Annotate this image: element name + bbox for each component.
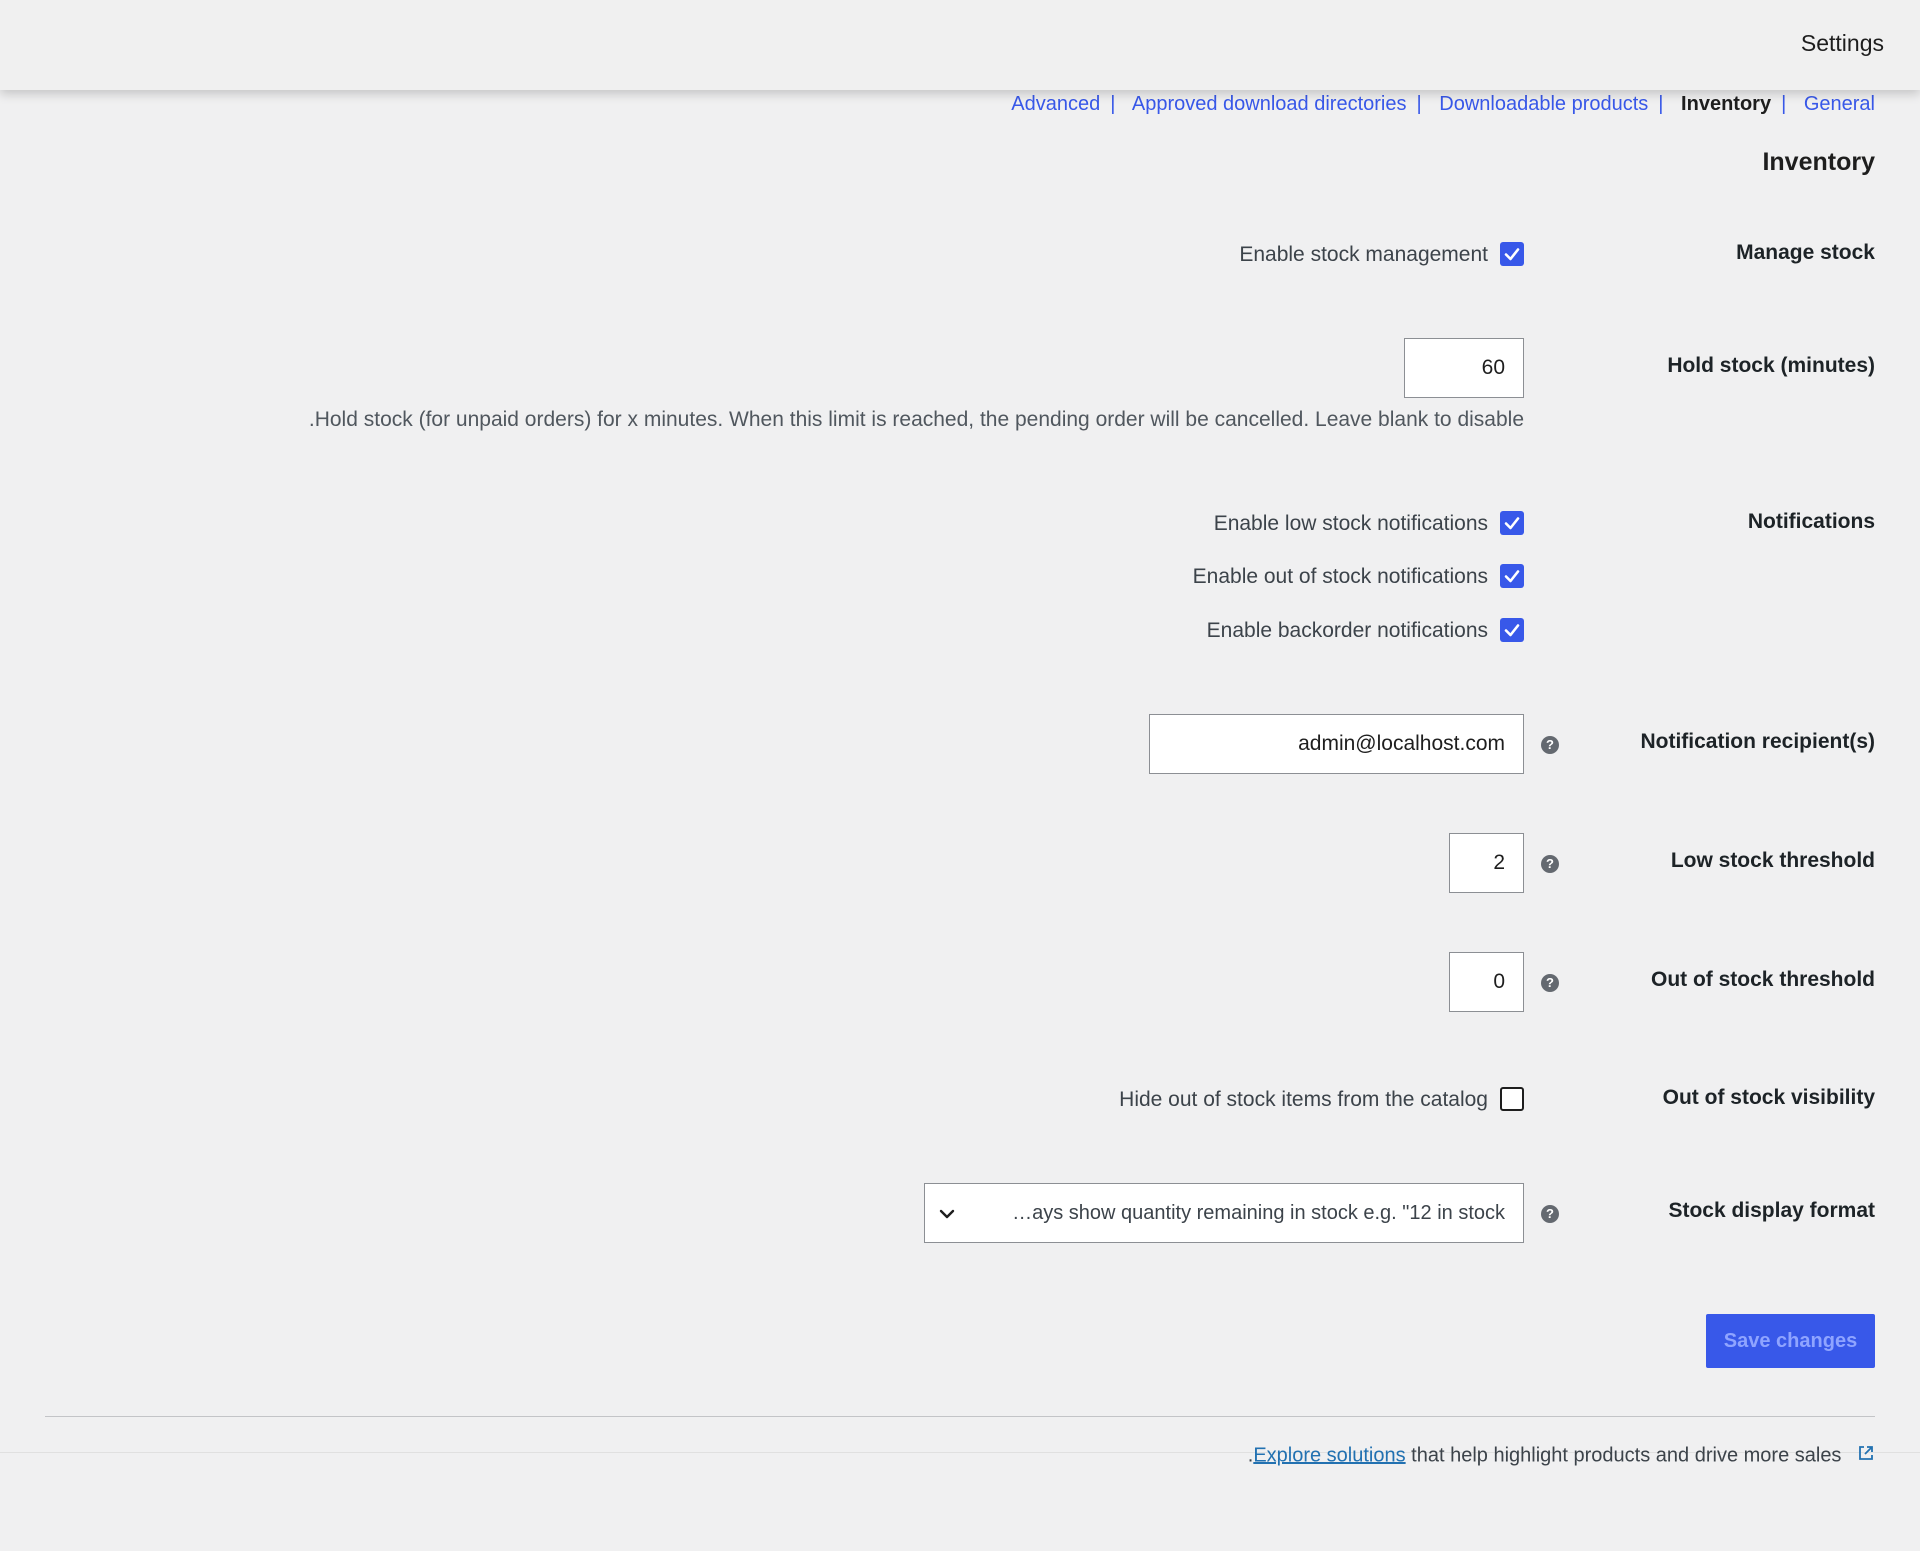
help-icon[interactable]: ? — [1541, 736, 1559, 754]
subnav-separator: | — [1416, 93, 1422, 115]
help-icon[interactable]: ? — [1541, 855, 1559, 873]
hold-stock-description: .Hold stock (for unpaid orders) for x mi… — [308, 408, 1524, 431]
section-title: Inventory — [1762, 148, 1875, 176]
stock-display-format-label: Stock display format — [1668, 1199, 1875, 1222]
low-stock-threshold-label: Low stock threshold — [1670, 849, 1875, 872]
checkmark-icon — [1504, 517, 1520, 530]
notification-recipient-label: Notification recipient(s) — [1640, 730, 1875, 753]
subnav-separator: | — [1658, 93, 1664, 115]
low-stock-threshold-input[interactable]: 2 — [1449, 833, 1524, 893]
subnav-item-general[interactable]: General — [1804, 93, 1875, 115]
enable-stock-management-label: Enable stock management — [1239, 243, 1488, 266]
out-of-stock-visibility-label: Out of stock visibility — [1662, 1086, 1875, 1109]
checkmark-icon — [1504, 624, 1520, 637]
stock-display-format-value: …ays show quantity remaining in stock e.… — [1012, 1202, 1505, 1224]
backorder-notifications-checkbox[interactable] — [1500, 618, 1524, 642]
divider — [45, 1416, 1875, 1417]
manage-stock-label: Manage stock — [1736, 241, 1875, 264]
hold-stock-label: Hold stock (minutes) — [1667, 354, 1875, 377]
low-stock-notifications-checkbox[interactable] — [1500, 511, 1524, 535]
out-of-stock-threshold-label: Out of stock threshold — [1650, 968, 1875, 991]
subnav-item-advanced[interactable]: Advanced — [1011, 93, 1100, 115]
help-icon[interactable]: ? — [1541, 974, 1559, 992]
chevron-down-icon — [937, 1204, 957, 1229]
save-changes-button[interactable]: Save changes — [1706, 1314, 1875, 1368]
footer-text: that help highlight products and drive m… — [1405, 1444, 1842, 1467]
out-of-stock-threshold-input[interactable]: 0 — [1449, 952, 1524, 1012]
subnav-separator: | — [1110, 93, 1116, 115]
backorder-notifications-label: Enable backorder notifications — [1206, 619, 1488, 642]
settings-subnav: Advanced | Approved download directories |… — [1011, 93, 1875, 116]
notification-recipient-input[interactable]: admin@localhost.com — [1149, 714, 1524, 774]
explore-solutions-link[interactable]: Explore solutions — [1253, 1444, 1405, 1466]
subnav-item-inventory: Inventory — [1681, 93, 1772, 115]
stock-display-format-select[interactable]: …ays show quantity remaining in stock e.… — [924, 1183, 1524, 1243]
hold-stock-input[interactable]: 60 — [1404, 338, 1524, 398]
checkmark-icon — [1504, 248, 1520, 261]
out-of-stock-notifications-checkbox[interactable] — [1500, 564, 1524, 588]
subnav-item-downloadable-products[interactable]: Downloadable products — [1439, 93, 1648, 115]
page-title: Settings — [1800, 30, 1884, 56]
checkmark-icon — [1504, 570, 1520, 583]
out-of-stock-notifications-label: Enable out of stock notifications — [1192, 565, 1488, 588]
hide-out-of-stock-checkbox[interactable] — [1500, 1087, 1524, 1111]
external-link-icon[interactable] — [1857, 1444, 1875, 1468]
subnav-item-approved-download-directories[interactable]: Approved download directories — [1132, 93, 1407, 115]
hide-out-of-stock-label: Hide out of stock items from the catalog — [1119, 1088, 1488, 1111]
top-bar: Settings — [0, 0, 1920, 90]
footer-message: .Explore solutions that help highlight p… — [1248, 1444, 1875, 1468]
enable-stock-management-checkbox[interactable] — [1500, 242, 1524, 266]
low-stock-notifications-label: Enable low stock notifications — [1213, 512, 1488, 535]
help-icon[interactable]: ? — [1541, 1205, 1559, 1223]
notifications-label: Notifications — [1747, 510, 1875, 533]
subnav-separator: | — [1781, 93, 1787, 115]
